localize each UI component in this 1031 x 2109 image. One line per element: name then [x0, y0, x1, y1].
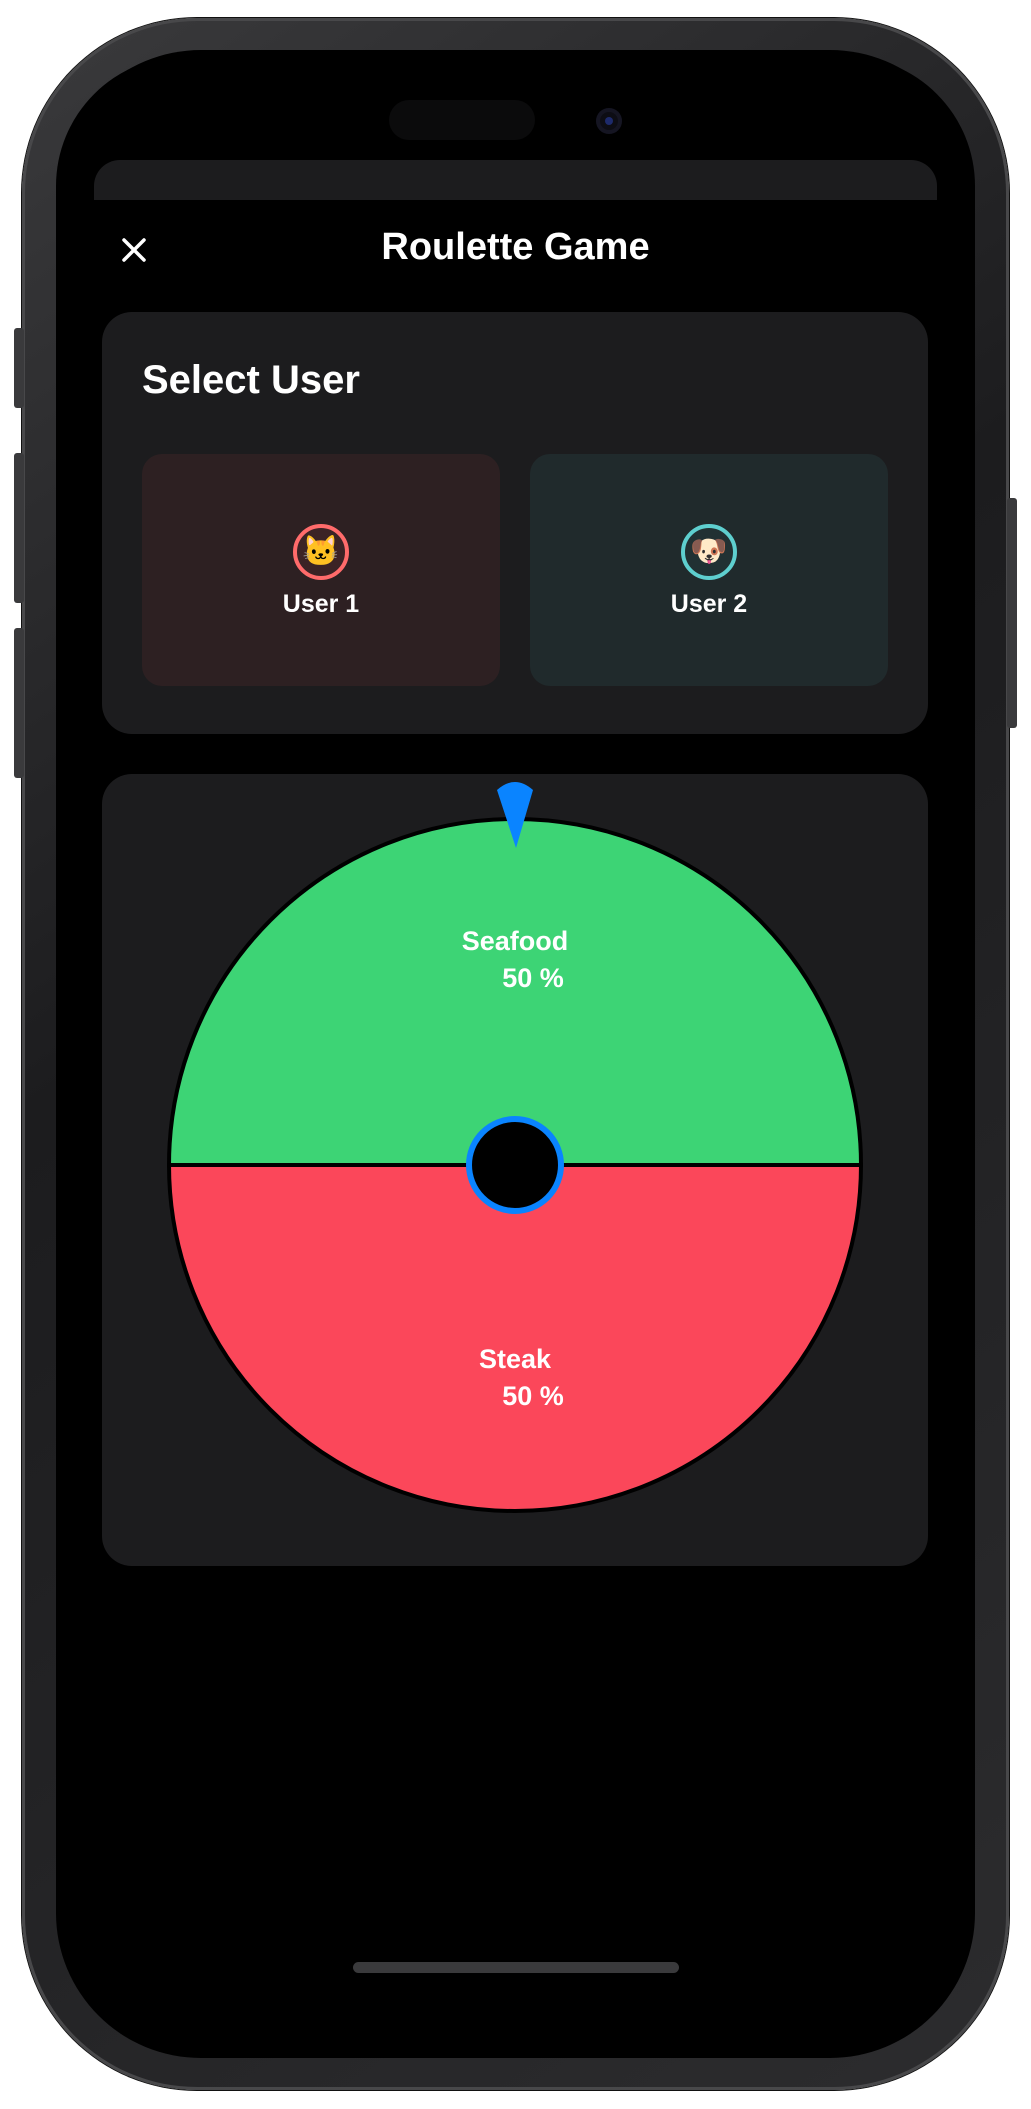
segment-label-seafood: Seafood — [462, 926, 569, 956]
home-indicator[interactable] — [353, 1962, 679, 1973]
user-2-button[interactable]: 🐶 User 2 — [530, 454, 888, 686]
roulette-card: Seafood 50 % Steak 50 % — [102, 774, 928, 1566]
segment-steak — [166, 1163, 864, 1513]
volume-down-button — [14, 628, 24, 778]
power-button — [1007, 498, 1017, 728]
background-sheet — [94, 160, 937, 200]
user-1-label: User 1 — [282, 590, 360, 618]
card-title: Select User — [142, 358, 360, 402]
page-title: Roulette Game — [381, 226, 650, 268]
user-1-button[interactable]: 🐱 User 1 — [142, 454, 500, 686]
segment-percent-steak: 50 % — [502, 1381, 564, 1411]
roulette-wheel[interactable]: Seafood 50 % Steak 50 % — [102, 774, 928, 1566]
dynamic-island — [389, 100, 535, 140]
spin-button[interactable] — [466, 1116, 564, 1214]
user-select-card: Select User 🐱 User 1 🐶 User 2 — [102, 312, 928, 734]
user-2-label: User 2 — [670, 590, 748, 618]
dog-avatar-icon: 🐶 — [681, 524, 737, 580]
segment-label-steak: Steak — [479, 1344, 552, 1374]
screen: Roulette Game Select User 🐱 User 1 🐶 Use… — [56, 56, 975, 2016]
cat-avatar-icon: 🐱 — [293, 524, 349, 580]
volume-up-button — [14, 453, 24, 603]
camera-icon — [596, 108, 622, 134]
segment-percent-seafood: 50 % — [502, 963, 564, 993]
mute-switch — [14, 328, 24, 408]
